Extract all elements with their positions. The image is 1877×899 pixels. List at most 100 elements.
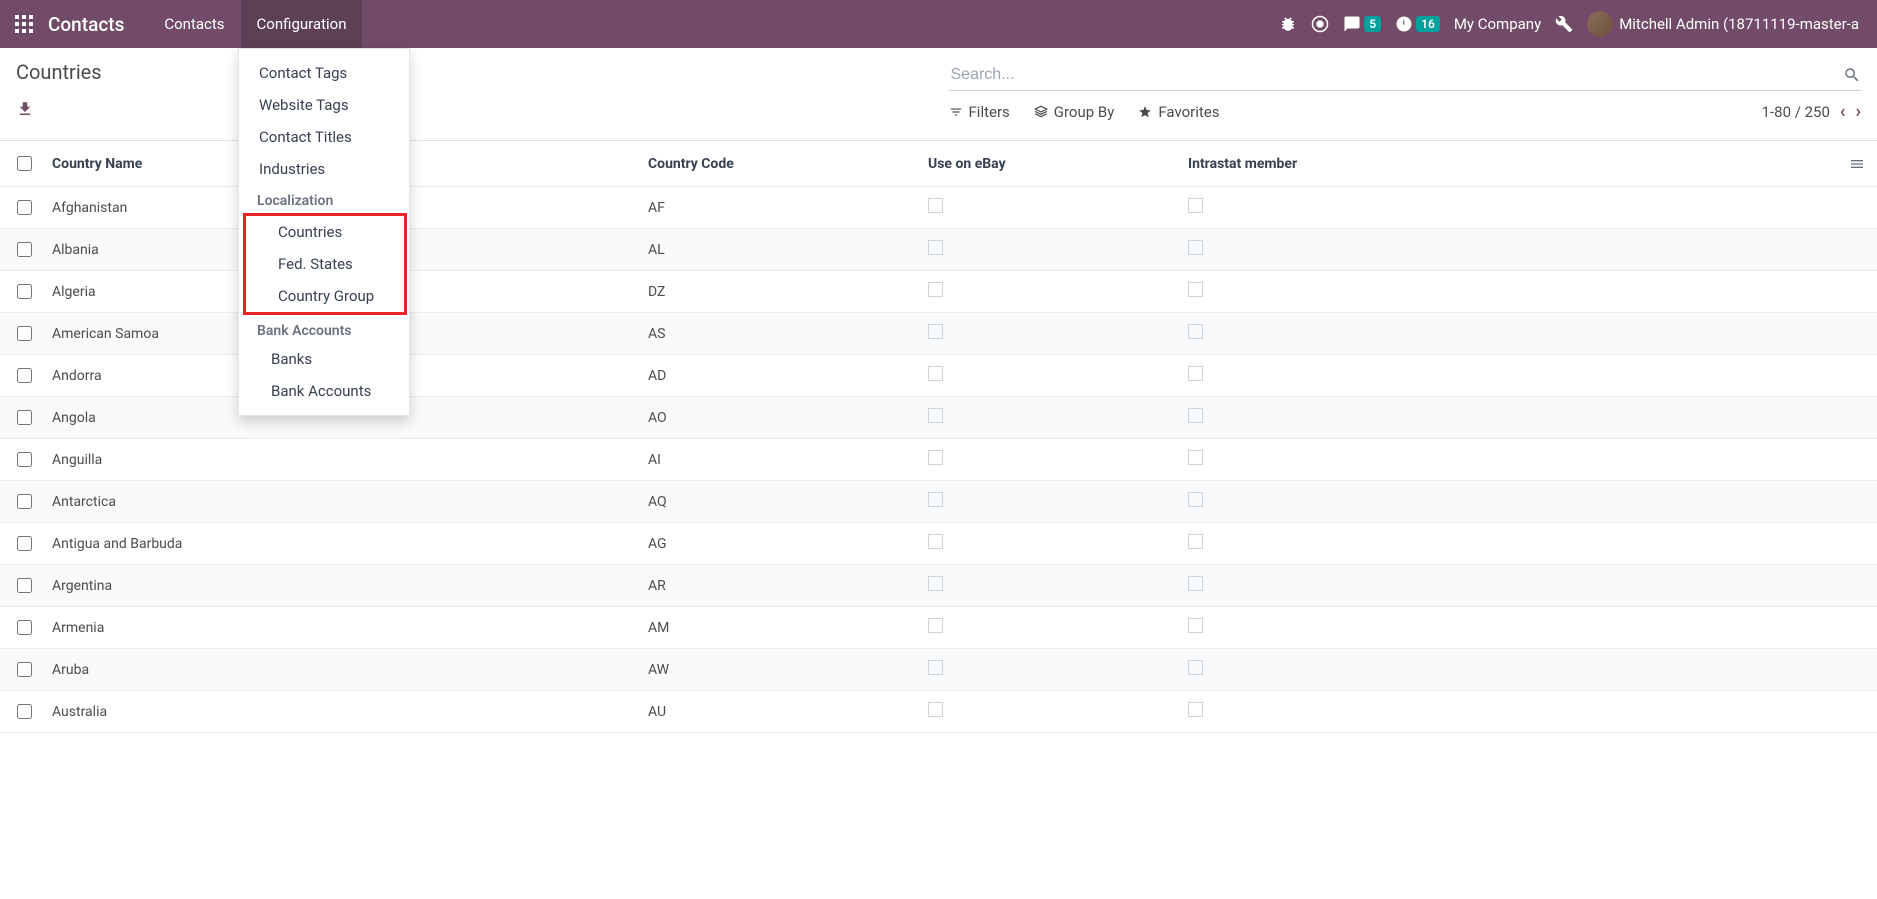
support-icon[interactable] [1311,15,1329,33]
cell-country-name[interactable]: Antigua and Barbuda [48,536,648,552]
table-row[interactable]: ArgentinaAR [0,565,1877,607]
cell-country-code[interactable]: AO [648,410,928,426]
cell-use-on-ebay[interactable] [928,198,1188,217]
row-checkbox[interactable] [17,284,32,299]
cell-use-on-ebay[interactable] [928,618,1188,637]
cell-country-code[interactable]: AM [648,620,928,636]
messages-icon[interactable]: 5 [1343,15,1381,33]
group-by-button[interactable]: Group By [1034,103,1115,121]
tools-icon[interactable] [1555,15,1573,33]
dd-industries[interactable]: Industries [239,153,409,185]
cell-intrastat[interactable] [1188,492,1837,511]
search-input[interactable] [949,60,1844,90]
user-menu[interactable]: Mitchell Admin (18711119-master-a [1587,11,1859,37]
cell-use-on-ebay[interactable] [928,660,1188,679]
cell-country-code[interactable]: AF [648,200,928,216]
company-switcher[interactable]: My Company [1454,15,1541,33]
dd-country-group[interactable]: Country Group [246,280,404,312]
cell-intrastat[interactable] [1188,282,1837,301]
cell-use-on-ebay[interactable] [928,534,1188,553]
dd-countries[interactable]: Countries [246,216,404,248]
table-row[interactable]: Antigua and BarbudaAG [0,523,1877,565]
cell-intrastat[interactable] [1188,198,1837,217]
pager-text[interactable]: 1-80 / 250 [1762,103,1830,121]
table-row[interactable]: ArmeniaAM [0,607,1877,649]
dd-contact-tags[interactable]: Contact Tags [239,57,409,89]
table-row[interactable]: AustraliaAU [0,691,1877,733]
cell-intrastat[interactable] [1188,660,1837,679]
cell-country-name[interactable]: Antarctica [48,494,648,510]
cell-country-code[interactable]: AL [648,242,928,258]
cell-intrastat[interactable] [1188,408,1837,427]
row-checkbox[interactable] [17,452,32,467]
cell-country-code[interactable]: AR [648,578,928,594]
export-button[interactable] [16,100,34,118]
row-checkbox[interactable] [17,326,32,341]
cell-country-name[interactable]: Anguilla [48,452,648,468]
row-checkbox[interactable] [17,662,32,677]
pager-prev[interactable]: ‹ [1840,101,1846,122]
cell-use-on-ebay[interactable] [928,282,1188,301]
cell-country-code[interactable]: AQ [648,494,928,510]
cell-use-on-ebay[interactable] [928,366,1188,385]
cell-intrastat[interactable] [1188,576,1837,595]
row-checkbox[interactable] [17,242,32,257]
cell-country-code[interactable]: AU [648,704,928,720]
cell-intrastat[interactable] [1188,366,1837,385]
table-row[interactable]: ArubaAW [0,649,1877,691]
cell-intrastat[interactable] [1188,450,1837,469]
cell-intrastat[interactable] [1188,324,1837,343]
header-country-code[interactable]: Country Code [648,156,928,172]
cell-country-code[interactable]: AW [648,662,928,678]
cell-country-code[interactable]: AI [648,452,928,468]
dd-fed-states[interactable]: Fed. States [246,248,404,280]
dd-contact-titles[interactable]: Contact Titles [239,121,409,153]
select-all-checkbox[interactable] [17,156,32,171]
columns-menu-icon[interactable] [1837,156,1877,172]
cell-use-on-ebay[interactable] [928,240,1188,259]
cell-intrastat[interactable] [1188,618,1837,637]
row-checkbox[interactable] [17,368,32,383]
cell-country-name[interactable]: Argentina [48,578,648,594]
cell-intrastat[interactable] [1188,702,1837,721]
brand-title[interactable]: Contacts [48,13,124,36]
dd-bank-accounts[interactable]: Bank Accounts [239,375,409,407]
apps-icon[interactable] [10,10,38,38]
search-icon[interactable] [1843,66,1861,84]
cell-country-code[interactable]: AD [648,368,928,384]
cell-use-on-ebay[interactable] [928,702,1188,721]
cell-intrastat[interactable] [1188,240,1837,259]
cell-country-name[interactable]: Aruba [48,662,648,678]
nav-menu-contacts[interactable]: Contacts [148,0,240,48]
filters-button[interactable]: Filters [949,103,1010,121]
activities-icon[interactable]: 16 [1395,15,1440,33]
cell-use-on-ebay[interactable] [928,492,1188,511]
row-checkbox[interactable] [17,494,32,509]
cell-use-on-ebay[interactable] [928,450,1188,469]
cell-country-name[interactable]: Armenia [48,620,648,636]
header-use-on-ebay[interactable]: Use on eBay [928,156,1188,172]
dd-banks[interactable]: Banks [239,343,409,375]
row-checkbox[interactable] [17,704,32,719]
table-row[interactable]: AnguillaAI [0,439,1877,481]
row-checkbox[interactable] [17,200,32,215]
dd-website-tags[interactable]: Website Tags [239,89,409,121]
row-checkbox[interactable] [17,536,32,551]
header-intrastat[interactable]: Intrastat member [1188,156,1837,172]
cell-country-name[interactable]: Australia [48,704,648,720]
cell-use-on-ebay[interactable] [928,576,1188,595]
cell-country-code[interactable]: AG [648,536,928,552]
nav-menu-configuration[interactable]: Configuration [241,0,363,48]
bug-icon[interactable] [1279,15,1297,33]
cell-use-on-ebay[interactable] [928,408,1188,427]
row-checkbox[interactable] [17,578,32,593]
row-checkbox[interactable] [17,410,32,425]
favorites-button[interactable]: Favorites [1138,103,1219,121]
cell-intrastat[interactable] [1188,534,1837,553]
cell-country-code[interactable]: DZ [648,284,928,300]
pager-next[interactable]: › [1856,101,1861,122]
row-checkbox[interactable] [17,620,32,635]
cell-use-on-ebay[interactable] [928,324,1188,343]
table-row[interactable]: AntarcticaAQ [0,481,1877,523]
cell-country-code[interactable]: AS [648,326,928,342]
